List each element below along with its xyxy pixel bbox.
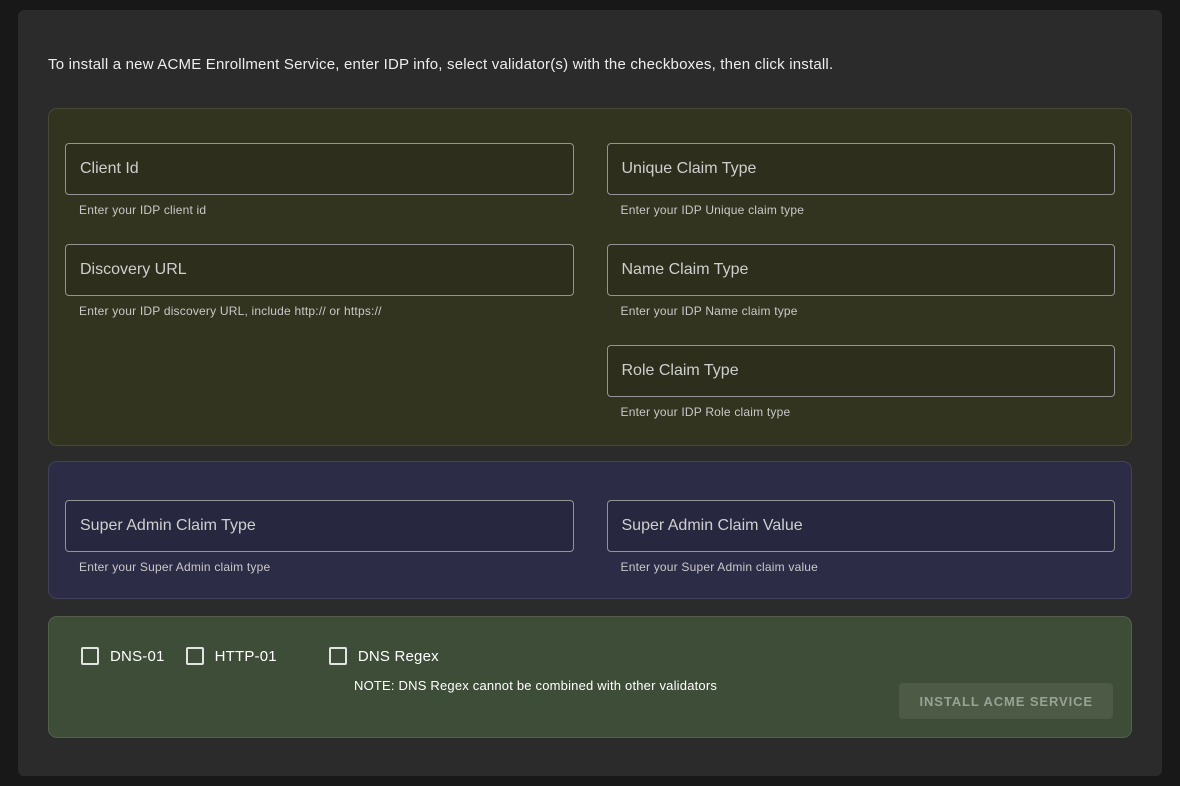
super-admin-claim-value-helper: Enter your Super Admin claim value: [621, 560, 1116, 574]
super-admin-claim-type-input[interactable]: [65, 500, 574, 552]
name-claim-type-field: Enter your IDP Name claim type: [607, 244, 1116, 318]
dns-01-checkbox-item[interactable]: DNS-01: [81, 647, 165, 665]
idp-info-section: Enter your IDP client id Enter your IDP …: [48, 108, 1132, 446]
role-claim-type-field: Enter your IDP Role claim type: [607, 345, 1116, 419]
http-01-checkbox[interactable]: [186, 647, 204, 665]
client-id-field: Enter your IDP client id: [65, 143, 574, 217]
dns-regex-checkbox[interactable]: [329, 647, 347, 665]
instructions-text: To install a new ACME Enrollment Service…: [48, 54, 1132, 76]
discovery-url-helper: Enter your IDP discovery URL, include ht…: [79, 304, 574, 318]
install-acme-service-button[interactable]: INSTALL ACME SERVICE: [899, 683, 1113, 719]
main-panel: To install a new ACME Enrollment Service…: [18, 10, 1162, 776]
name-claim-type-input[interactable]: [607, 244, 1116, 296]
role-claim-type-input[interactable]: [607, 345, 1116, 397]
unique-claim-type-helper: Enter your IDP Unique claim type: [621, 203, 1116, 217]
super-admin-claim-type-helper: Enter your Super Admin claim type: [79, 560, 574, 574]
validator-checkbox-row: DNS-01 HTTP-01 DNS Regex: [81, 647, 1113, 665]
discovery-url-input[interactable]: [65, 244, 574, 296]
super-admin-claim-value-input[interactable]: [607, 500, 1116, 552]
http-01-checkbox-item[interactable]: HTTP-01: [186, 647, 277, 665]
dns-regex-checkbox-item[interactable]: DNS Regex: [329, 647, 439, 665]
idp-fields-grid: Enter your IDP client id Enter your IDP …: [65, 143, 1115, 419]
super-admin-claim-value-field: Enter your Super Admin claim value: [607, 500, 1116, 574]
unique-claim-type-input[interactable]: [607, 143, 1116, 195]
client-id-input[interactable]: [65, 143, 574, 195]
acme-enrollment-page: To install a new ACME Enrollment Service…: [0, 0, 1180, 786]
discovery-url-field: Enter your IDP discovery URL, include ht…: [65, 244, 574, 318]
dns-01-checkbox[interactable]: [81, 647, 99, 665]
client-id-helper: Enter your IDP client id: [79, 203, 574, 217]
dns-01-label: DNS-01: [110, 648, 165, 665]
super-admin-fields-grid: Enter your Super Admin claim type Enter …: [65, 500, 1115, 574]
unique-claim-type-field: Enter your IDP Unique claim type: [607, 143, 1116, 217]
validators-section: DNS-01 HTTP-01 DNS Regex NOTE: DNS Regex…: [48, 616, 1132, 738]
super-admin-section: Enter your Super Admin claim type Enter …: [48, 461, 1132, 599]
role-claim-type-helper: Enter your IDP Role claim type: [621, 405, 1116, 419]
http-01-label: HTTP-01: [215, 648, 277, 665]
name-claim-type-helper: Enter your IDP Name claim type: [621, 304, 1116, 318]
dns-regex-label: DNS Regex: [358, 648, 439, 665]
super-admin-claim-type-field: Enter your Super Admin claim type: [65, 500, 574, 574]
